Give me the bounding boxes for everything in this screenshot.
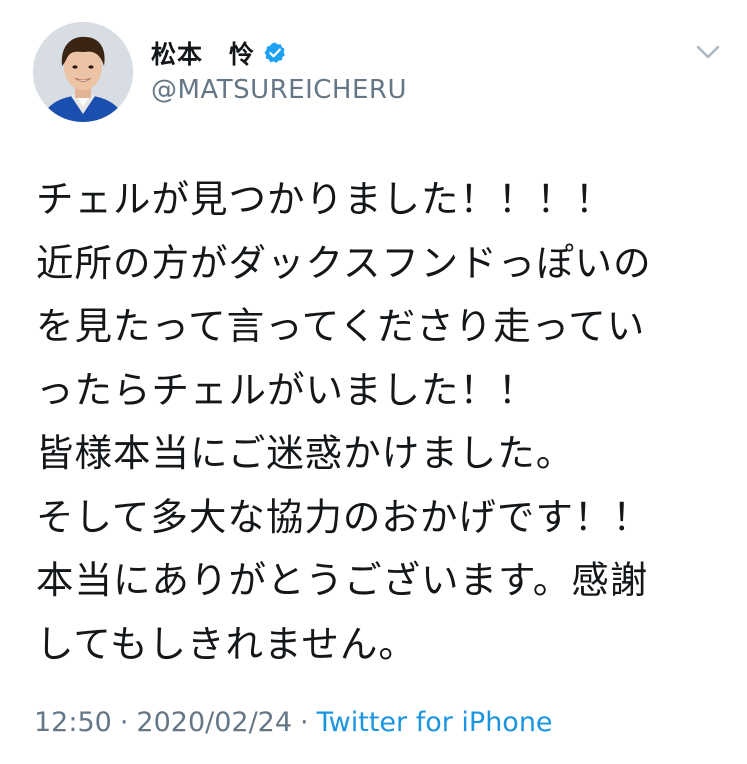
tweet-card: 松本 怜 @MATSUREICHERU チェルが見つかりました！！！！ 近所の方… — [0, 0, 747, 764]
tweet-line: ったらチェルがいました！！ — [36, 367, 537, 412]
tweet-line: そして多大な協力のおかげです！！ — [36, 494, 651, 539]
tweet-time[interactable]: 12:50 — [34, 707, 112, 738]
avatar[interactable] — [33, 22, 133, 122]
user-handle[interactable]: @MATSUREICHERU — [151, 75, 407, 105]
meta-separator: · — [300, 707, 309, 738]
tweet-line: してもしきれません。 — [36, 621, 417, 666]
avatar-photo-icon — [33, 22, 133, 122]
tweet-line: 皆様本当にご迷惑かけました。 — [36, 431, 575, 475]
chevron-down-icon — [696, 45, 720, 59]
tweet-metadata: 12:50 · 2020/02/24 · Twitter for iPhone — [34, 707, 553, 738]
verified-badge-icon — [263, 41, 287, 65]
tweet-date[interactable]: 2020/02/24 — [136, 707, 292, 738]
tweet-text: チェルが見つかりました！！！！ 近所の方がダックスフンドっぽいの を見たって言っ… — [36, 168, 726, 676]
tweet-line: チェルが見つかりました！！！！ — [36, 177, 614, 221]
tweet-line: 本当にありがとうございます。感謝 — [36, 558, 649, 602]
display-name[interactable]: 松本 怜 — [151, 35, 255, 71]
meta-separator: · — [119, 707, 129, 738]
author-name-row: 松本 怜 — [151, 37, 287, 69]
tweet-source-link[interactable]: Twitter for iPhone — [317, 707, 553, 738]
tweet-menu-button[interactable] — [693, 40, 723, 64]
tweet-line: 近所の方がダックスフンドっぽいの — [36, 240, 652, 285]
tweet-line: を見たって言ってくださり走ってい — [36, 304, 646, 348]
